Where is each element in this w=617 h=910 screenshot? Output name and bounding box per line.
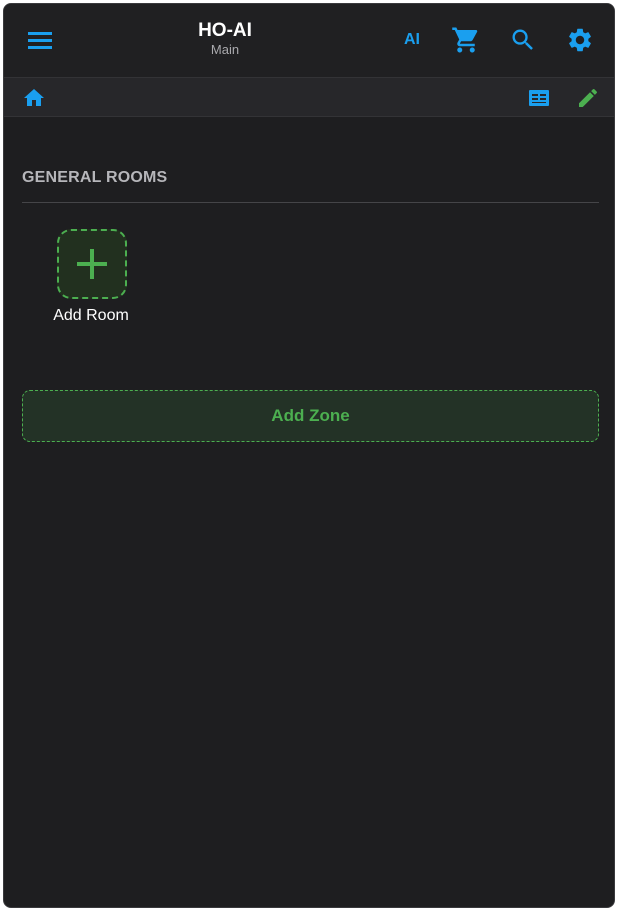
cart-icon[interactable] xyxy=(450,24,482,56)
search-icon[interactable] xyxy=(507,24,539,56)
gear-icon[interactable] xyxy=(564,24,596,56)
list-view-icon[interactable] xyxy=(527,86,551,110)
ai-button[interactable]: AI xyxy=(396,24,428,56)
app-window: HO-AI Main AI GENERAL ROOMS Add Room Add… xyxy=(3,3,615,908)
app-title: HO-AI xyxy=(198,20,252,41)
secondary-toolbar xyxy=(4,78,614,117)
home-icon[interactable] xyxy=(22,86,46,110)
add-room-button[interactable] xyxy=(57,229,127,299)
section-divider xyxy=(22,202,599,203)
add-zone-button[interactable]: Add Zone xyxy=(22,390,599,442)
plus-icon xyxy=(77,249,107,279)
pencil-icon[interactable] xyxy=(576,86,600,110)
section-title: GENERAL ROOMS xyxy=(22,169,168,186)
title-block: HO-AI Main xyxy=(154,20,296,57)
top-app-bar: HO-AI Main AI xyxy=(4,4,614,78)
add-room-label: Add Room xyxy=(53,307,129,324)
menu-icon[interactable] xyxy=(26,28,54,52)
app-subtitle: Main xyxy=(210,42,240,57)
